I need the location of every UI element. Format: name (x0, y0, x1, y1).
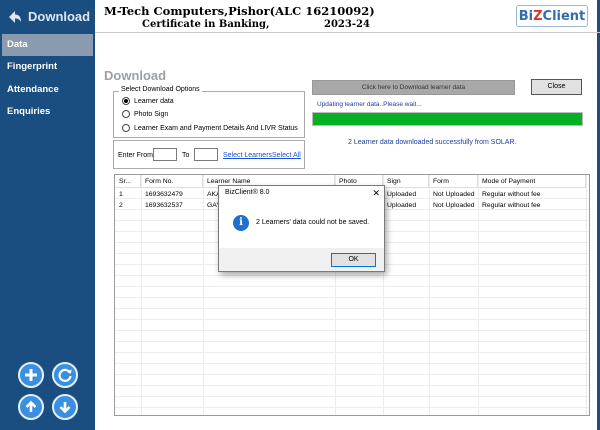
section-title: Download (104, 68, 167, 83)
col-header-form-no[interactable]: Form No. (141, 175, 203, 188)
progress-bar (312, 112, 583, 126)
header-divider (95, 32, 600, 33)
select-all-link[interactable]: Select All (272, 152, 301, 159)
grid-line (115, 308, 589, 309)
grid-line (115, 319, 589, 320)
grid-line (115, 330, 589, 331)
success-message: 2 Learner data downloaded successfully f… (348, 139, 517, 146)
table-cell: 1 (119, 191, 123, 198)
option-label: Learner Exam and Payment Details And LIV… (134, 124, 298, 132)
ok-button[interactable]: OK (331, 253, 376, 267)
sidebar-item-attendance[interactable]: Attendance (2, 79, 93, 101)
grid-line (115, 374, 589, 375)
dialog-body: i 2 Learners' data could not be saved. (219, 200, 384, 248)
from-input[interactable] (153, 148, 177, 161)
radio-button[interactable] (122, 124, 130, 132)
dialog-title: BizClient® 8.0 (219, 186, 384, 200)
sidebar: Download Data Fingerprint Attendance Enq… (0, 0, 95, 430)
col-header-sr[interactable]: Sr... (115, 175, 141, 188)
grid-line (115, 407, 589, 408)
grid-line (478, 175, 479, 415)
option-exam-payment[interactable]: Learner Exam and Payment Details And LIV… (122, 124, 298, 132)
table-cell: Uploaded (387, 202, 417, 209)
arrow-down-icon[interactable] (52, 394, 78, 420)
grid-line (115, 297, 589, 298)
center-title: M-Tech Computers,Pishor(ALC 16210092) (104, 4, 375, 18)
info-icon: i (233, 215, 249, 231)
arrow-up-icon[interactable] (18, 394, 44, 420)
grid-line (115, 275, 589, 276)
option-label: Photo Sign (134, 110, 169, 118)
table-cell: Regular without fee (482, 191, 541, 198)
col-header-mode-of-payment[interactable]: Mode of Payment (478, 175, 586, 188)
grid-line (586, 175, 587, 415)
radio-button[interactable] (122, 97, 130, 105)
sidebar-item-fingerprint[interactable]: Fingerprint (2, 56, 93, 78)
col-header-form[interactable]: Form (429, 175, 478, 188)
grid-line (203, 175, 204, 415)
option-label: Learner data (134, 97, 174, 105)
download-options-legend: Select Download Options (119, 86, 202, 93)
sidebar-title: Download (28, 9, 91, 24)
radio-button[interactable] (122, 110, 130, 118)
grid-line (429, 175, 430, 415)
close-icon[interactable]: ✕ (372, 186, 380, 200)
download-learner-data-button[interactable]: Click here to Download learner data (312, 80, 515, 95)
table-cell: Regular without fee (482, 202, 541, 209)
to-label: To (182, 152, 190, 159)
table-cell: 1693632537 (145, 202, 183, 209)
close-button[interactable]: Close (531, 79, 582, 95)
select-learners-link[interactable]: Select Learners (223, 152, 272, 159)
grid-line (115, 385, 589, 386)
grid-line (115, 352, 589, 353)
back-arrow-icon[interactable] (4, 7, 26, 27)
table-cell: Uploaded (387, 191, 417, 198)
grid-line (115, 286, 589, 287)
progress-fill (313, 113, 582, 125)
sidebar-item-enquiries[interactable]: Enquiries (2, 101, 93, 123)
table-cell: Not Uploaded (433, 202, 475, 209)
bizclient-logo: Bi Z Client (516, 5, 588, 27)
table-cell: Not Uploaded (433, 191, 475, 198)
col-header-sign[interactable]: Sign (383, 175, 429, 188)
grid-line (115, 363, 589, 364)
plus-icon[interactable] (18, 362, 44, 388)
table-cell: 2 (119, 202, 123, 209)
option-learner-data[interactable]: Learner data (122, 97, 174, 105)
course-name: Certificate in Banking, (142, 19, 270, 30)
option-photo-sign[interactable]: Photo Sign (122, 110, 168, 118)
refresh-icon[interactable] (52, 362, 78, 388)
grid-line (115, 396, 589, 397)
from-label: Enter From (118, 152, 154, 159)
sidebar-item-data[interactable]: Data (2, 34, 93, 56)
to-input[interactable] (194, 148, 218, 161)
dialog-message: 2 Learners' data could not be saved. (256, 219, 370, 226)
grid-line (141, 175, 142, 415)
sidebar-header[interactable]: Download (0, 0, 95, 33)
table-cell: 1693632479 (145, 191, 183, 198)
status-text: Updating learner data..Please wait... (317, 101, 422, 108)
grid-line (115, 341, 589, 342)
batch-year: 2023-24 (324, 19, 370, 30)
message-dialog: BizClient® 8.0 ✕ i 2 Learners' data coul… (218, 185, 385, 272)
